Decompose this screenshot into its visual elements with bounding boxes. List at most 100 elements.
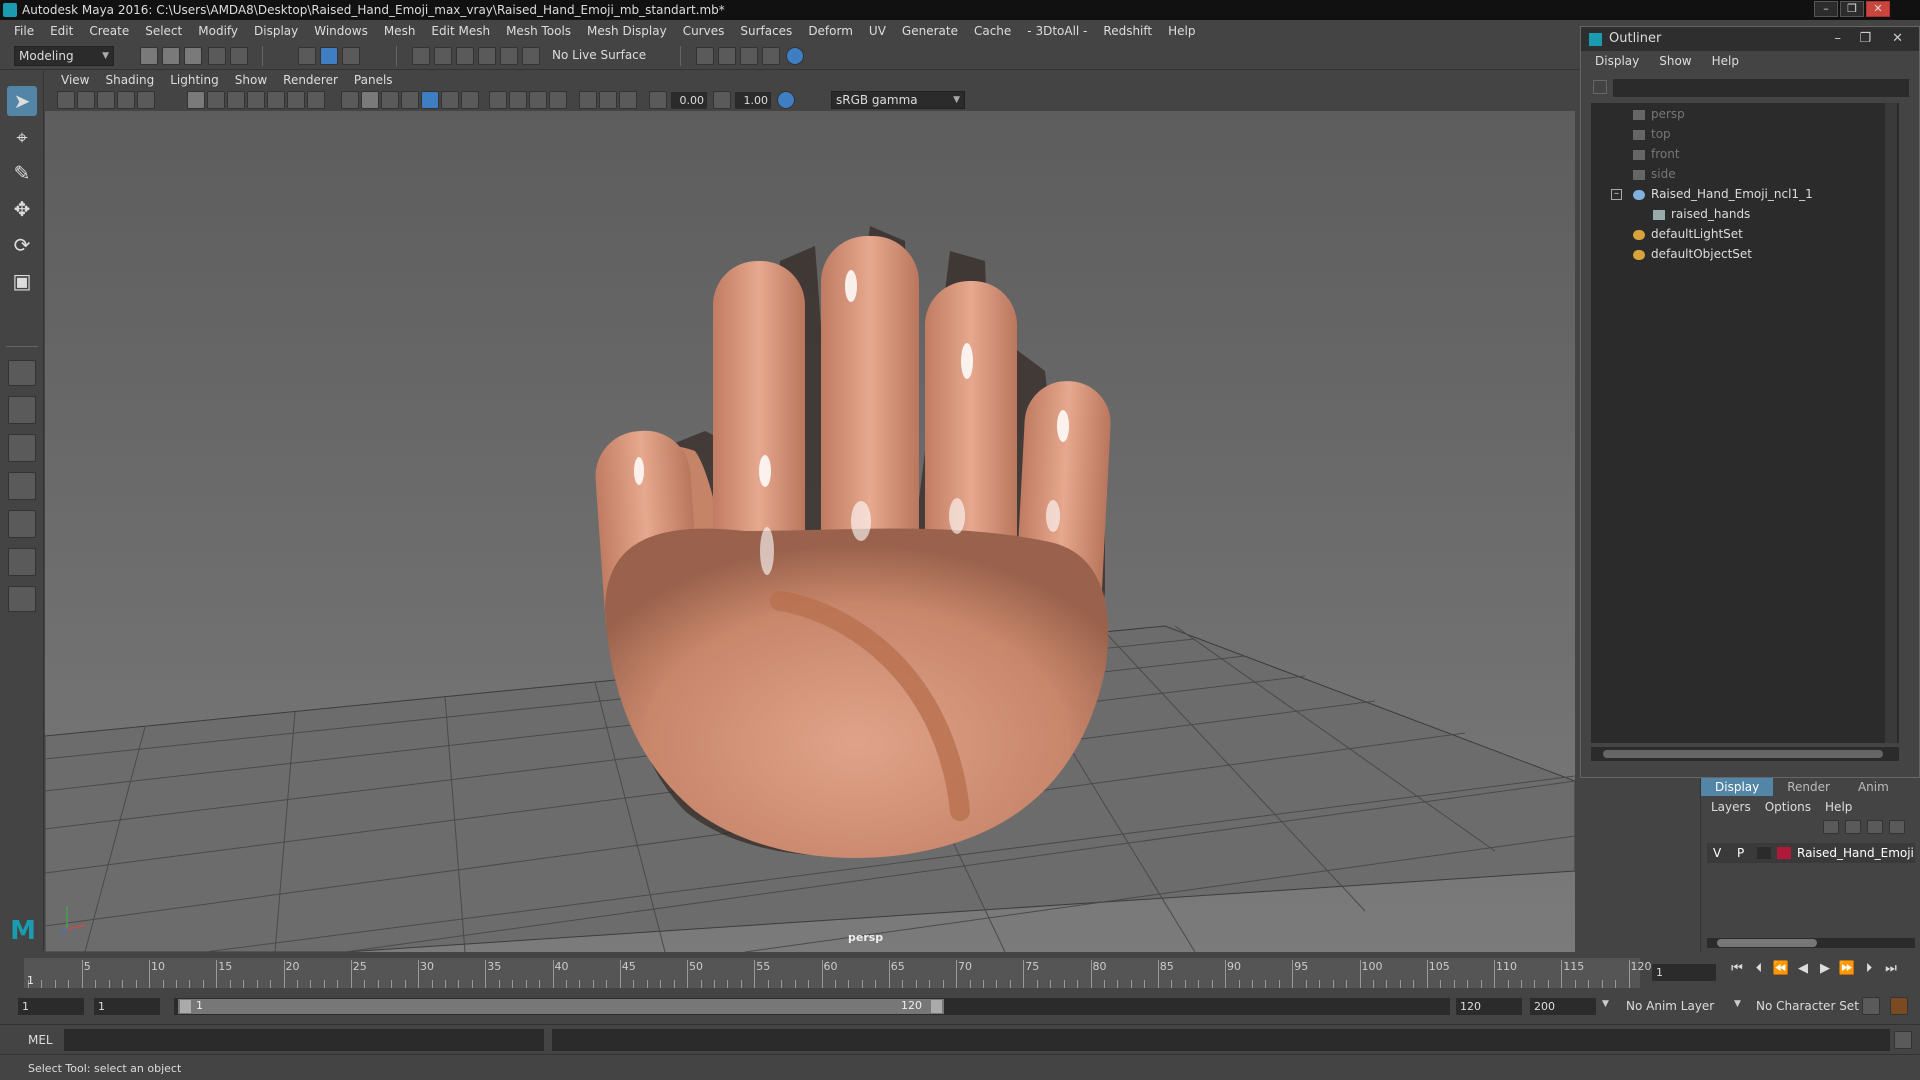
outliner-vertical-scrollbar[interactable] [1885,103,1897,743]
menu-select[interactable]: Select [137,20,190,42]
outliner-search-input[interactable] [1613,79,1909,97]
rotate-tool-icon[interactable]: ⟳ [7,230,37,260]
layer-type-toggle[interactable] [1757,847,1771,859]
select-hierarchy-icon[interactable] [298,47,316,65]
menu-mesh[interactable]: Mesh [376,20,424,42]
field-chart-icon[interactable] [267,91,285,109]
step-forward-key-icon[interactable]: ⏩ [1838,960,1856,978]
undo-icon[interactable] [208,47,226,65]
range-bar[interactable]: 1 120 [178,999,944,1014]
scale-tool-icon[interactable]: ▣ [7,266,37,296]
menu-windows[interactable]: Windows [306,20,376,42]
tab-anim[interactable]: Anim [1844,778,1903,796]
two-d-pan-zoom-icon[interactable] [137,91,155,109]
gate-mask-icon[interactable] [247,91,265,109]
close-icon[interactable]: ✕ [1892,27,1903,51]
time-slider[interactable]: 5 10 15 20 25 30 35 40 45 50 55 60 65 70 75 80 85 90 95 100… [0,952,1920,992]
four-pane-layout-icon[interactable] [8,396,36,424]
current-frame-field[interactable]: 1 [1652,964,1716,981]
camera-icon[interactable] [57,91,75,109]
menuset-dropdown[interactable]: Modeling ▼ [14,46,114,66]
play-backwards-icon[interactable]: ◀ [1794,960,1812,978]
anim-layer-dropdown[interactable]: No Anim Layer [1626,999,1714,1013]
panel-menu-shading[interactable]: Shading [97,73,162,87]
hypershade-icon[interactable] [786,47,804,65]
range-end-handle[interactable] [931,1000,942,1013]
layer-name[interactable]: Raised_Hand_Emoji [1797,843,1914,863]
menu-3dtoall[interactable]: - 3DtoAll - [1019,20,1095,42]
maximize-icon[interactable]: ❐ [1840,1,1864,17]
outliner-tree[interactable]: persp top front side – Raised_Hand_Emoji… [1591,103,1899,743]
gamma-field[interactable]: 1.00 [735,92,771,109]
camera-attributes-icon[interactable] [77,91,95,109]
wireframe-on-shaded-icon[interactable] [381,91,399,109]
minimize-icon[interactable]: – [1814,1,1838,17]
range-start-handle[interactable] [180,1000,191,1013]
layer-menu-options[interactable]: Options [1765,800,1811,814]
outliner-menu-help[interactable]: Help [1712,54,1759,68]
render-settings-icon[interactable] [762,47,780,65]
exposure-field[interactable]: 0.00 [671,92,707,109]
panel-menu-show[interactable]: Show [227,73,275,87]
image-plane-icon[interactable] [117,91,135,109]
step-forward-frame-icon[interactable]: ⏵ [1860,960,1878,978]
menu-curves[interactable]: Curves [675,20,733,42]
step-back-frame-icon[interactable]: ⏴ [1750,960,1768,978]
tab-display[interactable]: Display [1701,778,1774,796]
move-tool-icon[interactable]: ✥ [7,194,37,224]
use-all-lights-icon[interactable] [421,91,439,109]
persp-outliner-layout-icon[interactable] [8,472,36,500]
command-input[interactable] [64,1029,544,1051]
minimize-icon[interactable]: – [1835,27,1842,51]
viewport-scene[interactable] [45,111,1575,952]
select-tool-icon[interactable]: ➤ [7,86,37,116]
perspective-viewport[interactable]: persp [45,111,1575,952]
grid-icon[interactable] [187,91,205,109]
menu-cache[interactable]: Cache [966,20,1019,42]
make-live-icon[interactable] [522,47,540,65]
animation-preferences-icon[interactable] [1890,997,1908,1015]
outliner-node-default-object-set[interactable]: defaultObjectSet [1633,245,1752,263]
menu-help[interactable]: Help [1160,20,1203,42]
render-frame-icon[interactable] [718,47,736,65]
ipr-render-icon[interactable] [740,47,758,65]
chevron-down-icon[interactable]: ▼ [1734,999,1741,1009]
filter-icon[interactable] [1593,80,1607,94]
outliner-node-front[interactable]: front [1633,145,1680,163]
new-layer-selected-icon[interactable] [1889,820,1905,834]
screen-space-ao-icon[interactable] [461,91,479,109]
collapse-icon[interactable]: – [1611,189,1622,200]
multisample-aa-icon[interactable] [509,91,527,109]
depth-of-field-icon[interactable] [529,91,547,109]
play-forwards-icon[interactable]: ▶ [1816,960,1834,978]
chevron-down-icon[interactable]: ▼ [1602,999,1609,1009]
menu-surfaces[interactable]: Surfaces [732,20,800,42]
new-layer-icon[interactable] [1867,820,1883,834]
menu-file[interactable]: File [6,20,42,42]
persp-graph-layout-icon[interactable] [8,510,36,538]
bookmark-icon[interactable] [97,91,115,109]
auto-key-icon[interactable] [1862,997,1880,1015]
outliner-node-side[interactable]: side [1633,165,1676,183]
outliner-menu-display[interactable]: Display [1595,54,1659,68]
script-language-label[interactable]: MEL [28,1033,53,1047]
new-scene-icon[interactable] [140,47,158,65]
step-back-key-icon[interactable]: ⏪ [1772,960,1790,978]
xray-icon[interactable] [579,91,597,109]
xray-joints-icon[interactable] [599,91,617,109]
playback-end-field[interactable]: 120 [1456,998,1522,1015]
wireframe-icon[interactable] [341,91,359,109]
shadows-icon[interactable] [441,91,459,109]
single-pane-layout-icon[interactable] [8,360,36,386]
color-management-icon[interactable] [777,91,795,109]
film-gate-icon[interactable] [207,91,225,109]
outliner-horizontal-scrollbar[interactable] [1591,747,1899,761]
close-icon[interactable]: ✕ [1866,1,1890,17]
save-scene-icon[interactable] [184,47,202,65]
motion-blur-icon[interactable] [489,91,507,109]
render-view-icon[interactable] [696,47,714,65]
outliner-node-persp[interactable]: persp [1633,105,1685,123]
side-by-side-layout-icon[interactable] [8,434,36,462]
outliner-node-raised-hand-group[interactable]: Raised_Hand_Emoji_ncl1_1 [1633,185,1813,203]
lasso-tool-icon[interactable]: ⌖ [7,122,37,152]
